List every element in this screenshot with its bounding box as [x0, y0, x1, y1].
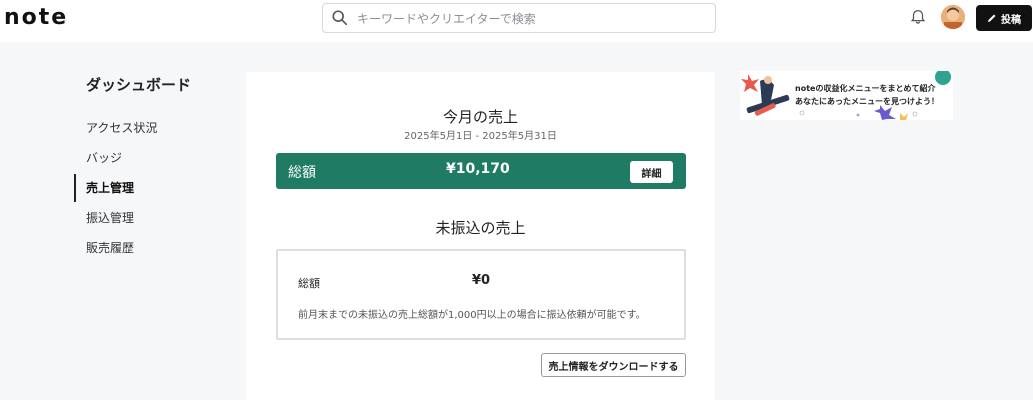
unpaid-note: 前月末までの未振込の売上総額が1,000円以上の場合に振込依頼が可能です。	[298, 310, 646, 321]
sidebar-title: ダッシュボード	[86, 76, 192, 94]
top-header: note キーワードやクリエイターで検索 投稿	[0, 0, 1033, 42]
unpaid-sales-box: 総額 ¥0 前月末までの未振込の売上総額が1,000円以上の場合に振込依頼が可能…	[276, 249, 686, 340]
detail-button[interactable]: 詳細	[630, 161, 673, 183]
avatar[interactable]	[941, 5, 965, 29]
sidebar-item-access[interactable]: アクセス状況	[74, 113, 234, 143]
unpaid-total-label: 総額	[298, 277, 320, 290]
sales-card: 今月の売上 2025年5月1日 - 2025年5月31日 総額 ¥10,170 …	[246, 72, 715, 400]
banner-line-1: noteの収益化メニューをまとめて紹介	[795, 84, 936, 93]
note-logo[interactable]: note	[4, 5, 68, 30]
unpaid-sales-title: 未振込の売上	[435, 219, 526, 237]
month-date-range: 2025年5月1日 - 2025年5月31日	[404, 131, 557, 142]
post-button-label: 投稿	[1001, 14, 1021, 26]
monthly-total-bar: 総額 ¥10,170 詳細	[276, 153, 686, 189]
sidebar-item-sales[interactable]: 売上管理	[74, 173, 234, 203]
search-bar[interactable]: キーワードやクリエイターで検索	[322, 3, 716, 33]
avatar-image	[941, 5, 965, 29]
unpaid-total-amount: ¥0	[472, 273, 491, 288]
bell-icon[interactable]	[909, 8, 927, 26]
sidebar-item-transfer[interactable]: 振込管理	[74, 203, 234, 233]
month-sales-title: 今月の売上	[442, 108, 518, 126]
search-icon	[332, 10, 348, 26]
download-sales-button[interactable]: 売上情報をダウンロードする	[541, 353, 686, 377]
sidebar-nav: アクセス状況 バッジ 売上管理 振込管理 販売履歴	[74, 113, 234, 263]
total-amount: ¥10,170	[446, 161, 510, 177]
sidebar-item-history[interactable]: 販売履歴	[74, 233, 234, 263]
monetization-banner[interactable]: noteの収益化メニューをまとめて紹介 あなたにあったメニューを見つけよう！	[740, 71, 953, 120]
total-label: 総額	[288, 165, 316, 181]
post-button[interactable]: 投稿	[976, 5, 1032, 31]
sidebar-item-badge[interactable]: バッジ	[74, 143, 234, 173]
search-input[interactable]: キーワードやクリエイターで検索	[357, 10, 536, 27]
banner-line-2: あなたにあったメニューを見つけよう！	[795, 97, 939, 106]
pencil-icon	[988, 14, 996, 22]
